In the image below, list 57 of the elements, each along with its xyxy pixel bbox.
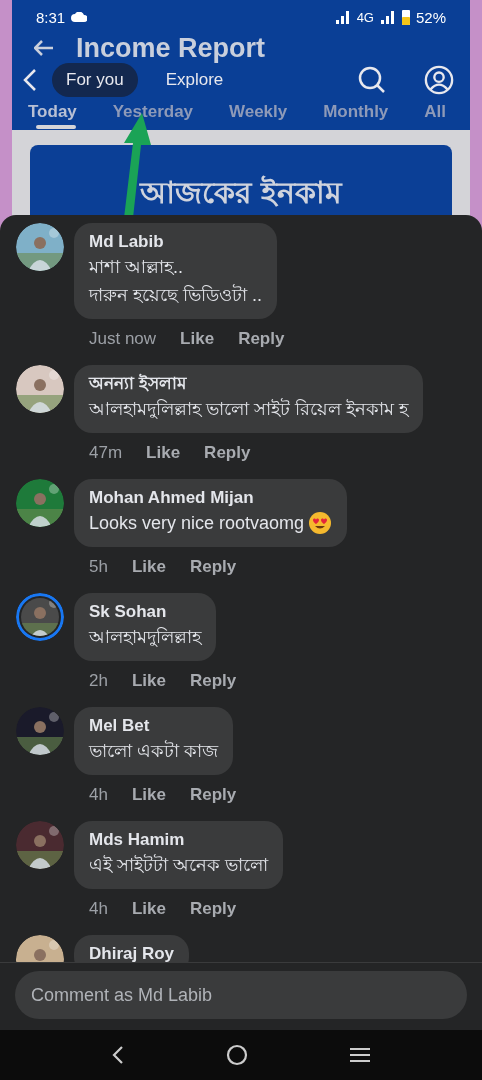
home-icon[interactable]: [226, 1044, 248, 1066]
card-title: আজকের ইনকাম: [140, 174, 342, 209]
comment-time: 2h: [89, 671, 108, 691]
comment-text: দারুন হয়েছে ভিডিওটা ..: [89, 283, 262, 307]
commenter-name[interactable]: Mel Bet: [89, 715, 218, 737]
commenter-name[interactable]: Dhiraj Roy: [89, 943, 175, 962]
back-chevron-icon[interactable]: [22, 68, 38, 92]
reply-link[interactable]: Reply: [238, 329, 285, 349]
comment-text: আলহামদুলিল্লাহ: [89, 626, 201, 649]
period-tab[interactable]: Yesterday: [112, 102, 194, 129]
commenter-name[interactable]: Mds Hamim: [89, 829, 268, 851]
commenter-name[interactable]: অনন্যা ইসলাম: [89, 373, 408, 395]
comment-text: মাশা আল্লাহ..: [89, 256, 183, 279]
feed-tab[interactable]: For you: [52, 63, 138, 97]
like-link[interactable]: Like: [131, 557, 166, 577]
cloud-icon: [71, 12, 88, 22]
commenter-name[interactable]: Sk Sohan: [89, 601, 201, 623]
like-link[interactable]: Like: [131, 785, 166, 805]
reply-link[interactable]: Reply: [189, 785, 237, 805]
period-tab[interactable]: All: [424, 102, 446, 129]
period-tab[interactable]: Weekly: [228, 102, 288, 129]
comment-time: 4h: [89, 785, 108, 805]
comment-text: এই সাইটটা অনেক ভালো: [89, 853, 268, 877]
page-title: Income Report: [76, 32, 266, 64]
search-icon[interactable]: [358, 66, 386, 94]
comment-time: 47m: [89, 443, 123, 463]
profile-icon[interactable]: [424, 65, 454, 95]
reply-link[interactable]: Reply: [189, 671, 237, 691]
signal-icon: [334, 10, 351, 24]
like-link[interactable]: Like: [146, 443, 181, 463]
comment-time: Just now: [89, 329, 157, 349]
comment-input[interactable]: Comment as Md Labib: [15, 971, 467, 1019]
like-link[interactable]: Like: [131, 671, 166, 691]
menu-icon[interactable]: [349, 1046, 372, 1064]
reply-link[interactable]: Reply: [204, 443, 251, 463]
reply-link[interactable]: Reply: [189, 899, 237, 919]
back-arrow-icon[interactable]: [34, 40, 54, 56]
comment-time: 5h: [89, 557, 108, 577]
signal-icon: [379, 10, 396, 24]
comment-text: ভালো একটা কাজ: [89, 739, 218, 763]
reply-link[interactable]: Reply: [189, 557, 237, 577]
battery-icon: [401, 9, 410, 25]
period-tab[interactable]: Monthly: [323, 102, 389, 129]
back-chevron-icon[interactable]: [110, 1045, 125, 1065]
comment-text: আলহামদুলিল্লাহ ভালো সাইট রিয়েল ইনকাম হ: [89, 397, 408, 421]
network-type: 4G: [356, 9, 374, 25]
commenter-name[interactable]: Mohan Ahmed Mijan: [89, 487, 333, 509]
like-link[interactable]: Like: [180, 329, 215, 349]
like-link[interactable]: Like: [131, 899, 166, 919]
comment-text: Looks very nice rootvaomg: [89, 512, 305, 535]
feed-tab[interactable]: Explore: [151, 63, 238, 97]
battery-level: 52%: [415, 8, 446, 26]
period-tab[interactable]: Today: [28, 102, 77, 129]
clock-time: 8:31: [36, 8, 66, 26]
commenter-name[interactable]: Md Labib: [89, 231, 262, 253]
heart-eyes-emoji-icon: [308, 511, 333, 535]
comment-time: 4h: [89, 899, 108, 919]
